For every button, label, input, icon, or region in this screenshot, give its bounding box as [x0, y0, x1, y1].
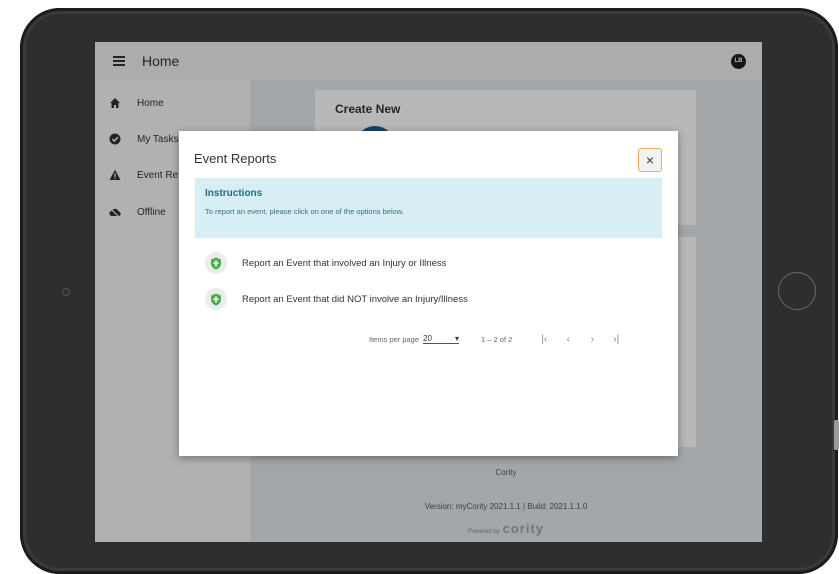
page-size-select[interactable]: 20 ▾ [423, 334, 460, 344]
option-label: Report an Event that involved an Injury … [242, 257, 447, 269]
items-per-page-label: Items per page [369, 334, 420, 344]
paginator: Items per page 20 ▾ 1 – 2 of 2 |‹ ‹ › ›| [369, 331, 622, 347]
tablet-side-button [834, 420, 839, 450]
next-page-icon[interactable]: › [586, 334, 598, 345]
page-range: 1 – 2 of 2 [481, 334, 513, 344]
close-button[interactable]: × [638, 148, 662, 172]
instructions-text: To report an event, please click on one … [205, 207, 404, 216]
page-size-value: 20 [423, 334, 432, 343]
option-label: Report an Event that did NOT involve an … [242, 293, 468, 305]
instructions-panel: Instructions To report an event, please … [195, 178, 662, 238]
last-page-icon[interactable]: ›| [610, 334, 622, 345]
close-icon: × [645, 152, 655, 168]
previous-page-icon[interactable]: ‹ [562, 334, 574, 345]
option-injury-illness[interactable]: Report an Event that involved an Injury … [205, 252, 446, 274]
dialog-title: Event Reports [194, 151, 277, 166]
tablet-camera [62, 288, 70, 296]
chevron-down-icon: ▾ [455, 334, 460, 343]
first-page-icon[interactable]: |‹ [538, 334, 550, 345]
tablet-home-button [778, 272, 816, 310]
shield-icon [205, 288, 227, 310]
option-no-injury-illness[interactable]: Report an Event that did NOT involve an … [205, 288, 468, 310]
instructions-title: Instructions [205, 188, 263, 199]
event-reports-dialog: Event Reports × Instructions To report a… [179, 131, 678, 456]
shield-icon [205, 252, 227, 274]
